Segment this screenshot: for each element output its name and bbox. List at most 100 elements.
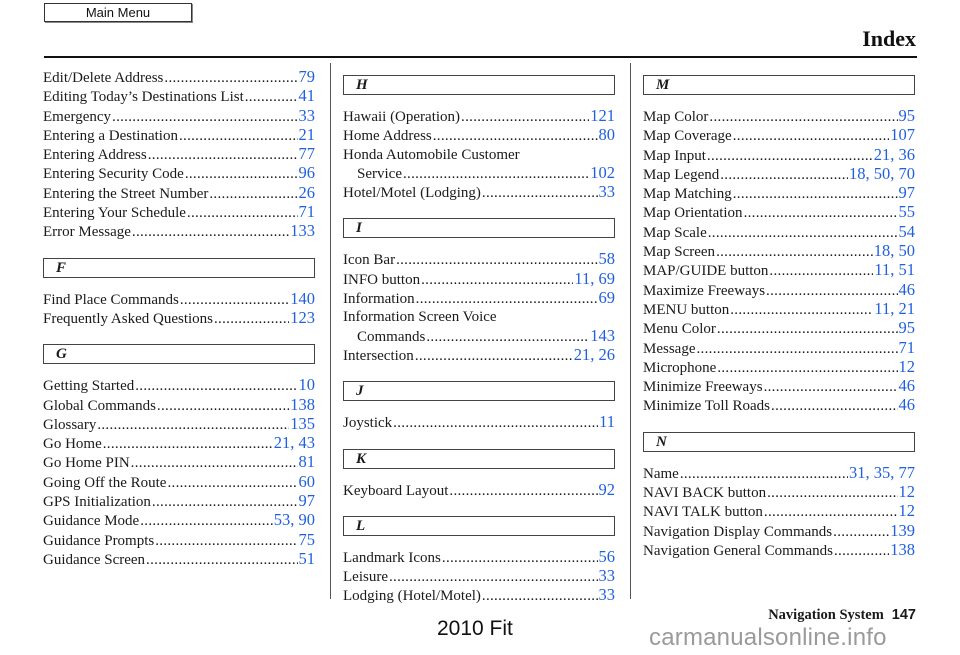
index-entry[interactable]: Navigation Display Commands 139	[643, 521, 915, 541]
page-link[interactable]: 139	[890, 521, 915, 540]
index-entry[interactable]: Joystick 11	[343, 412, 615, 432]
index-entry[interactable]: Microphone 12	[643, 357, 916, 377]
page-link[interactable]: 79	[299, 67, 316, 86]
page-link[interactable]: 95	[899, 106, 916, 125]
index-entry[interactable]: Landmark Icons 56	[343, 547, 616, 567]
index-entry[interactable]: Global Commands 138	[43, 395, 315, 415]
page-link[interactable]: 18, 50	[874, 241, 915, 260]
page-link[interactable]: 56	[599, 547, 616, 566]
index-entry[interactable]: Map Input 21, 36	[643, 145, 915, 165]
index-entry[interactable]: Guidance Prompts 75	[43, 530, 316, 550]
page-link[interactable]: 33	[599, 566, 616, 585]
index-entry[interactable]: Go Home 21, 43	[43, 433, 315, 453]
index-entry[interactable]: Go Home PIN 81	[43, 453, 315, 472]
page-link[interactable]: 46	[899, 280, 916, 299]
index-entry[interactable]: Icon Bar 58	[343, 250, 615, 269]
page-link[interactable]: 51	[299, 549, 316, 568]
page-link[interactable]: 121	[590, 106, 615, 125]
index-entry[interactable]: Map Matching 97	[643, 183, 916, 203]
page-link[interactable]: 11	[599, 412, 615, 431]
page-link[interactable]: 33	[599, 182, 616, 201]
page-link[interactable]: 77	[299, 144, 316, 163]
page-link[interactable]: 80	[599, 125, 616, 144]
page-link[interactable]: 21, 26	[574, 345, 615, 364]
index-entry[interactable]: Maximize Freeways 46	[643, 280, 916, 300]
index-entry[interactable]: Lodging (Hotel/Motel) 33	[343, 586, 615, 605]
page-link[interactable]: 26	[299, 183, 316, 202]
index-entry[interactable]: Editing Today’s Destinations List 41	[43, 86, 316, 106]
page-link[interactable]: 133	[290, 222, 315, 241]
page-link[interactable]: 71	[899, 338, 916, 357]
page-link[interactable]: 54	[899, 222, 916, 241]
page-link[interactable]: 107	[890, 125, 915, 144]
index-entry[interactable]: MAP/GUIDE button 11, 51	[643, 261, 915, 280]
index-entry[interactable]: GPS Initialization 97	[43, 491, 316, 511]
index-entry[interactable]: Entering Security Code 96	[43, 164, 315, 183]
index-entry[interactable]: Guidance Screen 51	[43, 549, 316, 569]
index-entry[interactable]: Entering Your Schedule 71	[43, 202, 316, 222]
index-entry[interactable]: NAVI TALK button 12	[643, 502, 915, 521]
page-link[interactable]: 21	[299, 125, 316, 144]
index-entry[interactable]: Service 102	[343, 163, 615, 183]
index-entry[interactable]: Intersection 21, 26	[343, 345, 615, 365]
index-entry[interactable]: Map Coverage 107	[643, 125, 915, 145]
index-entry[interactable]: Information 69	[343, 288, 616, 308]
index-entry[interactable]: Home Address 80	[343, 125, 616, 145]
page-link[interactable]: 46	[899, 396, 916, 415]
index-entry[interactable]: Keyboard Layout 92	[343, 480, 616, 500]
page-link[interactable]: 11, 69	[574, 269, 615, 288]
page-link[interactable]: 96	[299, 164, 316, 183]
page-link[interactable]: 97	[299, 491, 316, 510]
page-link[interactable]: 41	[299, 86, 316, 105]
page-link[interactable]: 102	[590, 163, 615, 182]
page-link[interactable]: 135	[290, 414, 315, 433]
index-entry[interactable]: Entering the Street Number 26	[43, 183, 316, 203]
page-link[interactable]: 97	[899, 183, 916, 202]
page-link[interactable]: 92	[599, 480, 616, 499]
page-link[interactable]: 123	[290, 308, 315, 327]
index-entry[interactable]: Entering a Destination 21	[43, 125, 316, 145]
index-entry[interactable]: Glossary 135	[43, 414, 315, 434]
index-entry[interactable]: Entering Address 77	[43, 144, 316, 164]
page-link[interactable]: 55	[899, 203, 916, 222]
page-link[interactable]: 21, 36	[874, 145, 915, 164]
index-entry[interactable]: Frequently Asked Questions 123	[43, 308, 315, 328]
index-entry[interactable]: Hawaii (Operation) 121	[343, 106, 615, 126]
page-link[interactable]: 81	[299, 453, 316, 472]
index-entry[interactable]: Hotel/Motel (Lodging) 33	[343, 182, 616, 202]
page-link[interactable]: 12	[899, 502, 916, 521]
page-link[interactable]: 60	[299, 472, 316, 491]
page-link[interactable]: 58	[599, 250, 616, 269]
index-entry[interactable]: Leisure 33	[343, 566, 616, 586]
page-link[interactable]: 138	[890, 540, 915, 559]
page-link[interactable]: 12	[899, 357, 916, 376]
page-link[interactable]: 143	[590, 326, 615, 345]
index-entry[interactable]: Map Orientation 55	[643, 203, 915, 222]
index-entry[interactable]: Minimize Toll Roads 46	[643, 396, 915, 415]
page-link[interactable]: 69	[599, 288, 616, 307]
page-link[interactable]: 71	[299, 202, 316, 221]
page-link[interactable]: 31, 35, 77	[849, 463, 915, 482]
page-link[interactable]: 95	[899, 318, 916, 337]
index-entry[interactable]: Find Place Commands 140	[43, 289, 315, 309]
page-link[interactable]: 138	[290, 395, 315, 414]
page-link[interactable]: 10	[299, 375, 316, 394]
page-link[interactable]: 75	[299, 530, 316, 549]
index-entry[interactable]: Commands 143	[343, 326, 615, 346]
index-entry[interactable]: Navigation General Commands 138	[643, 540, 915, 560]
page-link[interactable]: 33	[599, 586, 616, 605]
index-entry[interactable]: Emergency 33	[43, 106, 315, 126]
index-entry[interactable]: Map Color 95	[643, 106, 916, 126]
page-link[interactable]: 140	[290, 289, 315, 308]
index-entry[interactable]: Message 71	[643, 338, 916, 358]
page-link[interactable]: 21, 43	[274, 433, 315, 452]
page-link[interactable]: 18, 50, 70	[849, 164, 915, 183]
index-entry[interactable]: Menu Color 95	[643, 318, 916, 338]
index-entry[interactable]: Name 31, 35, 77	[643, 463, 915, 483]
index-entry[interactable]: Error Message 133	[43, 222, 315, 241]
index-entry[interactable]: Minimize Freeways 46	[643, 376, 915, 396]
index-entry[interactable]: MENU button 11, 21	[643, 299, 915, 319]
index-entry[interactable]: Edit/Delete Address 79	[43, 67, 316, 87]
index-entry[interactable]: Map Legend 18, 50, 70	[643, 164, 915, 184]
index-entry[interactable]: Going Off the Route 60	[43, 472, 316, 492]
